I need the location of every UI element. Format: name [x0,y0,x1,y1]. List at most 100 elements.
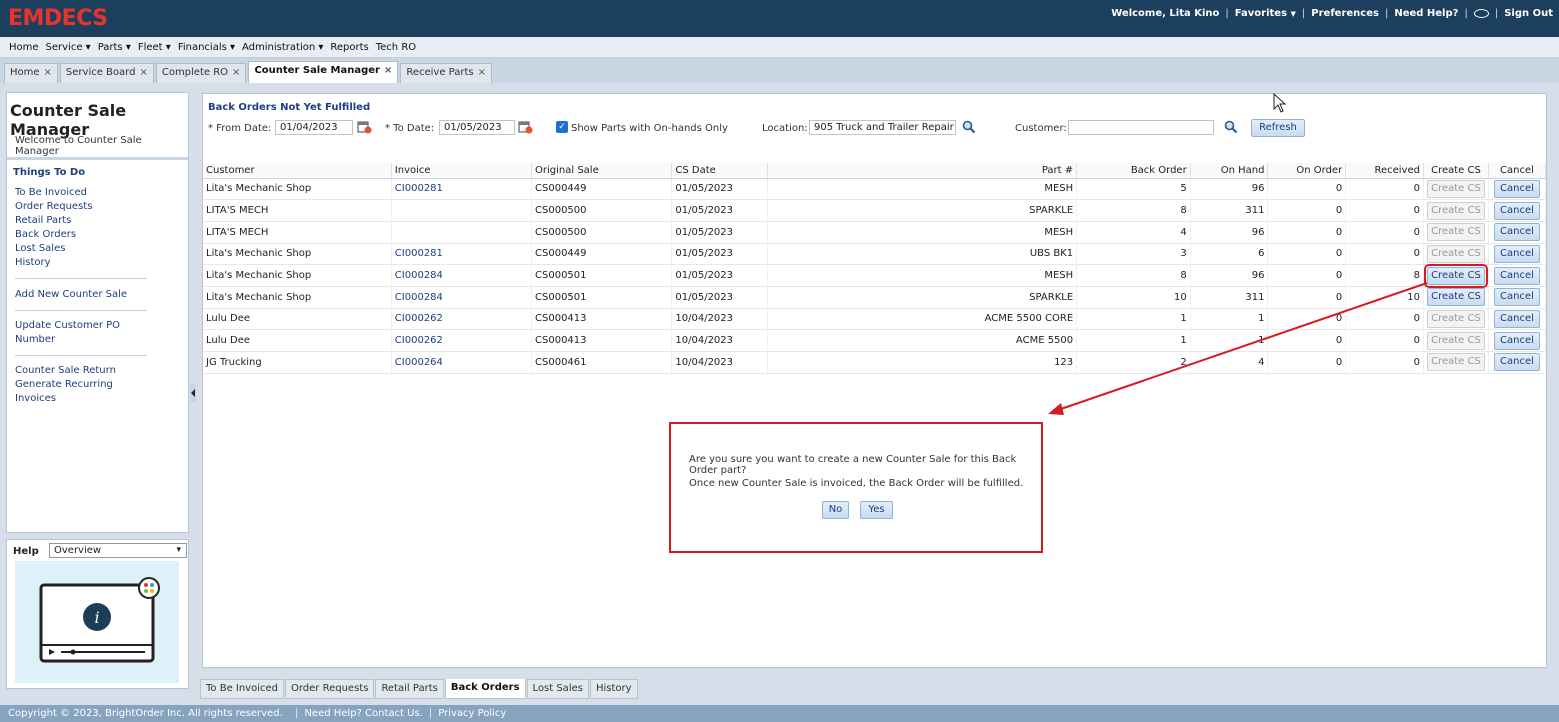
need-help-link[interactable]: Need Help? [1394,8,1458,19]
invoice-link[interactable]: CI000284 [395,292,443,303]
col-customer[interactable]: Customer [203,163,392,179]
bottom-tab-back-orders[interactable]: Back Orders [444,679,526,699]
from-date-input[interactable]: 01/04/2023 [275,120,353,135]
cancel-button[interactable]: Cancel [1493,353,1540,372]
table-row[interactable]: LITA'S MECH CS000500 01/05/2023 SPARKLE 8 311… [203,199,1547,222]
collapse-sidebar-handle[interactable] [190,384,196,402]
refresh-button[interactable]: Refresh [1251,119,1305,137]
table-row[interactable]: Lita's Mechanic Shop CI000281 CS000449 01/0… [203,178,1547,201]
tab-counter-sale-manager[interactable]: Counter Sale Manager × [248,61,399,83]
show-parts-checkbox[interactable]: ✓ [556,121,568,133]
close-icon[interactable]: × [44,67,52,83]
cancel-button[interactable]: Cancel [1493,244,1540,263]
original-sale-cell: CS000413 [531,329,673,352]
cancel-button[interactable]: Cancel [1493,179,1540,198]
to-date-label: * To Date: [385,123,435,134]
invoice-link[interactable]: CI000281 [395,183,443,194]
calendar-icon[interactable] [357,120,372,134]
location-input[interactable]: 905 Truck and Trailer Repair [SH [809,120,956,135]
menu-administration[interactable]: Administration ▾ [242,42,323,53]
help-video-thumbnail[interactable]: i [15,561,179,683]
invoice-link[interactable]: CI000262 [395,313,443,324]
sidebar-item-retail-parts[interactable]: Retail Parts [15,214,155,228]
generate-recurring-invoices-link[interactable]: Generate Recurring Invoices [15,378,155,406]
menu-service[interactable]: Service ▾ [46,42,91,53]
col-on-hand[interactable]: On Hand [1190,163,1269,179]
table-row[interactable]: LITA'S MECH CS000500 01/05/2023 MESH 4 96 0 0 Cr… [203,221,1547,244]
col-received[interactable]: Received [1345,163,1424,179]
sidebar-welcome: Welcome to Counter Sale Manager [15,135,142,157]
close-icon[interactable]: × [139,67,147,83]
sidebar-item-back-orders[interactable]: Back Orders [15,228,155,242]
sidebar-item-order-requests[interactable]: Order Requests [15,200,155,214]
sidebar-item-lost-sales[interactable]: Lost Sales [15,242,155,256]
tab-home[interactable]: Home × [4,63,58,83]
search-icon[interactable] [962,120,976,134]
cancel-button[interactable]: Cancel [1493,266,1540,285]
tab-receive-parts[interactable]: Receive Parts × [400,63,493,83]
search-icon[interactable] [1224,120,1238,134]
cancel-button[interactable]: Cancel [1493,223,1540,242]
col-invoice[interactable]: Invoice [391,163,533,179]
customer-input[interactable] [1068,120,1214,135]
table-row[interactable]: Lita's Mechanic Shop CI000284 CS000501 01/0… [203,263,1547,288]
help-topic-select[interactable]: Overview ▾ [49,543,187,558]
bottom-tab-retail-parts[interactable]: Retail Parts [375,679,444,699]
col-cs-date[interactable]: CS Date [671,163,769,179]
create-cs-button[interactable]: Create CS [1423,263,1488,288]
table-row[interactable]: Lulu Dee CI000262 CS000413 10/04/2023 ACME 5… [203,329,1547,352]
no-button[interactable]: No [822,501,849,519]
sidebar-item-to-be-invoiced[interactable]: To Be Invoiced [15,186,155,200]
invoice-link[interactable]: CI000284 [395,270,443,281]
create-cs-button[interactable]: Create CS [1426,288,1485,307]
counter-sale-return-link[interactable]: Counter Sale Return [15,364,155,378]
bottom-tab-order-requests[interactable]: Order Requests [285,679,375,699]
yes-button[interactable]: Yes [860,501,893,519]
col-back-order[interactable]: Back Order [1076,163,1191,179]
tab-complete-ro[interactable]: Complete RO × [155,63,247,83]
menu-home[interactable]: Home [9,42,39,53]
cancel-button[interactable]: Cancel [1493,309,1540,328]
invoice-link[interactable]: CI000264 [395,357,443,368]
preferences-link[interactable]: Preferences [1311,8,1379,19]
add-new-counter-sale-link[interactable]: Add New Counter Sale [15,288,155,302]
invoice-link[interactable]: CI000281 [395,248,443,259]
cancel-button[interactable]: Cancel [1493,201,1540,220]
tab-service-board[interactable]: Service Board × [59,63,154,83]
menu-financials[interactable]: Financials ▾ [178,42,235,53]
contact-link[interactable]: Need Help? Contact Us. [304,708,422,719]
col-part[interactable]: Part # [767,163,1078,179]
table-row[interactable]: Lita's Mechanic Shop CI000281 CS000449 01/0… [203,243,1547,266]
cs-date-cell: 01/05/2023 [671,199,769,222]
menu-parts[interactable]: Parts ▾ [98,42,131,53]
chat-icon[interactable] [1473,9,1489,18]
table-row[interactable]: Lita's Mechanic Shop CI000284 CS000501 01/0… [203,286,1547,309]
table-row[interactable]: JG Trucking CI000264 CS000461 10/04/2023 123… [203,351,1547,374]
col-on-order[interactable]: On Order [1267,163,1347,179]
on-hand-cell: 96 [1190,221,1269,244]
close-icon[interactable]: × [478,67,486,83]
sidebar: Counter Sale Manager Welcome to Counter … [6,92,189,533]
bottom-tab-to-be-invoiced[interactable]: To Be Invoiced [200,679,284,699]
table-row[interactable]: Lulu Dee CI000262 CS000413 10/04/2023 ACME 5… [203,308,1547,331]
menu-reports[interactable]: Reports [330,42,368,53]
to-date-input[interactable]: 01/05/2023 [439,120,515,135]
things-to-do-heading: Things To Do [13,167,86,178]
menu-tech-ro[interactable]: Tech RO [376,42,416,53]
bottom-tab-lost-sales[interactable]: Lost Sales [526,679,589,699]
close-icon[interactable]: × [384,65,392,83]
col-original-sale[interactable]: Original Sale [531,163,673,179]
privacy-policy-link[interactable]: Privacy Policy [438,708,506,719]
close-icon[interactable]: × [232,67,240,83]
favorites-menu[interactable]: Favorites ▼ [1235,8,1296,19]
cancel-button[interactable]: Cancel [1493,288,1540,307]
cancel-button[interactable]: Cancel [1493,331,1540,350]
menu-fleet[interactable]: Fleet ▾ [138,42,171,53]
bottom-tab-history[interactable]: History [589,679,638,699]
sidebar-item-history[interactable]: History [15,256,155,270]
cs-date-cell: 01/05/2023 [671,264,769,287]
calendar-icon[interactable] [518,120,533,134]
sign-out-link[interactable]: Sign Out [1504,8,1553,19]
invoice-link[interactable]: CI000262 [395,335,443,346]
update-customer-po-link[interactable]: Update Customer PO Number [15,319,155,347]
